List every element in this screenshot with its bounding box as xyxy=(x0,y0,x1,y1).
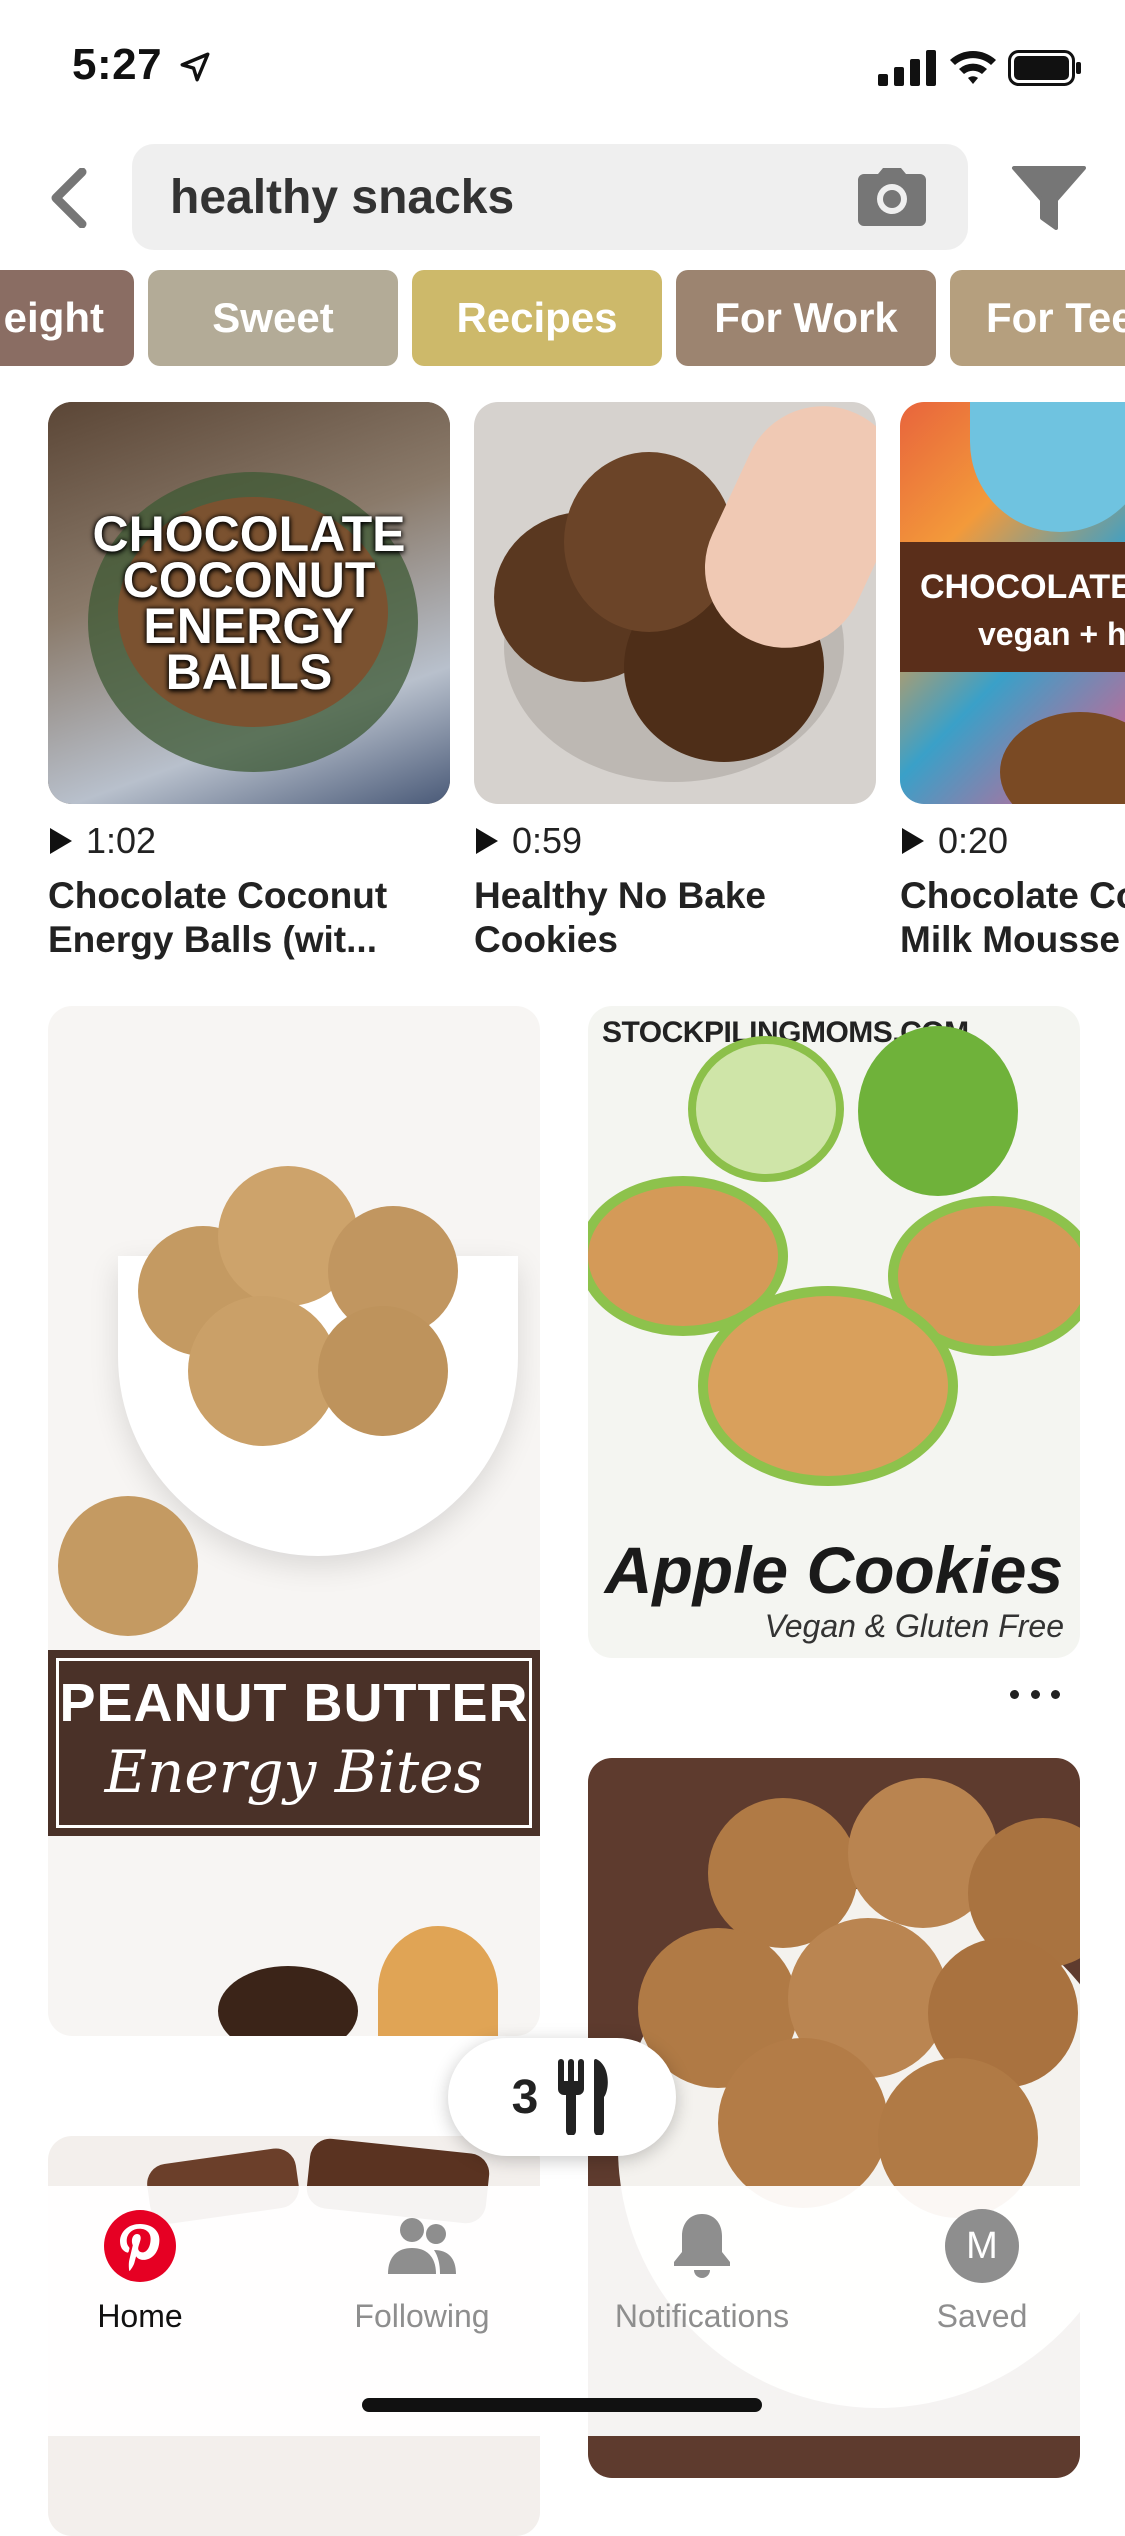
video-thumbnail[interactable]: CHOCOLATE vegan + h xyxy=(900,402,1125,804)
video-overlay-title: CHOCOLATE xyxy=(920,568,1125,606)
nav-following[interactable]: Following xyxy=(312,2208,532,2335)
play-icon xyxy=(902,828,924,854)
dot-icon xyxy=(1051,1689,1060,1699)
play-icon xyxy=(50,828,72,854)
chip-label: Sweet xyxy=(212,294,334,341)
more-options-button[interactable] xyxy=(1010,1674,1060,1714)
pin-subtitle: Vegan & Gluten Free xyxy=(764,1608,1064,1644)
chip-weight[interactable]: eight xyxy=(0,270,134,366)
play-icon xyxy=(476,828,498,854)
status-bar: 5:27 xyxy=(0,0,1125,130)
video-duration: 0:59 xyxy=(512,820,583,861)
chip-label: For Tee xyxy=(986,294,1125,341)
video-duration: 1:02 xyxy=(86,820,157,861)
avatar-initial: M xyxy=(966,2224,998,2267)
chip-sweet[interactable]: Sweet xyxy=(148,270,398,366)
pinterest-logo-icon xyxy=(104,2210,176,2282)
video-duration: 0:20 xyxy=(938,820,1009,861)
video-title: Healthy No Bake Cookies xyxy=(474,875,766,960)
bell-icon xyxy=(674,2214,730,2278)
nav-notifications[interactable]: Notifications xyxy=(592,2208,812,2335)
dot-icon xyxy=(1030,1689,1040,1699)
video-title: Chocolate Co Milk Mousse xyxy=(900,875,1125,960)
pin-apple-cookies[interactable]: STOCKPILINGMOMS.COM Apple Cookies Vegan … xyxy=(588,1006,1080,1658)
chevron-left-icon xyxy=(51,168,87,228)
chip-label: eight xyxy=(3,294,104,341)
home-indicator xyxy=(362,2398,762,2412)
wifi-icon xyxy=(950,51,996,84)
pin-overlay-line1: PEANUT BUTTER xyxy=(59,1673,529,1733)
chip-recipes[interactable]: Recipes xyxy=(412,270,662,366)
video-thumbnail[interactable] xyxy=(474,402,876,804)
pin-title: Apple Cookies xyxy=(604,1533,1064,1607)
search-query: healthy snacks xyxy=(170,171,515,224)
video-overlay-subtitle: vegan + h xyxy=(978,616,1125,652)
avatar: M xyxy=(945,2209,1019,2283)
video-card[interactable]: CHOCOLATE vegan + h 0:20 Chocolate Co Mi… xyxy=(900,402,1125,962)
chip-for-work[interactable]: For Work xyxy=(676,270,936,366)
nav-label: Notifications xyxy=(614,2298,790,2334)
filter-icon[interactable] xyxy=(1010,162,1088,234)
nav-label: Saved xyxy=(936,2298,1028,2334)
dot-icon xyxy=(1010,1689,1019,1699)
search-input[interactable]: healthy snacks xyxy=(132,144,968,250)
people-icon xyxy=(388,2218,456,2274)
nav-saved[interactable]: M Saved xyxy=(872,2208,1092,2335)
nav-home[interactable]: Home xyxy=(30,2208,250,2335)
chip-label: Recipes xyxy=(456,294,618,341)
utensils-icon xyxy=(558,2059,609,2135)
video-overlay-title: CHOCOLATE COCONUT ENERGY BALLS xyxy=(92,506,406,700)
category-chips: eight Sweet Recipes For Work For Tee xyxy=(0,270,1125,366)
video-title: Chocolate Coconut Energy Balls (wit... xyxy=(48,875,388,960)
status-time: 5:27 xyxy=(72,40,163,89)
back-button[interactable] xyxy=(36,160,100,236)
camera-icon[interactable] xyxy=(856,166,928,228)
recipe-count: 3 xyxy=(511,2070,539,2124)
recipe-count-button[interactable]: 3 xyxy=(448,2038,676,2156)
video-thumbnail[interactable]: CHOCOLATE COCONUT ENERGY BALLS xyxy=(48,402,450,804)
pin-overlay-line2: Energy Bites xyxy=(104,1738,484,1806)
battery-icon xyxy=(1008,50,1081,86)
video-card[interactable]: 0:59 Healthy No Bake Cookies xyxy=(474,402,876,962)
video-card[interactable]: CHOCOLATE COCONUT ENERGY BALLS 1:02 Choc… xyxy=(48,402,450,962)
pin-peanut-butter-energy-bites[interactable]: PEANUT BUTTER Energy Bites xyxy=(48,1006,540,2036)
nav-label: Home xyxy=(97,2298,183,2334)
nav-label: Following xyxy=(354,2298,490,2334)
chip-label: For Work xyxy=(714,294,898,341)
cellular-signal-icon xyxy=(878,50,936,86)
location-arrow-icon xyxy=(180,52,210,82)
chip-for-teens[interactable]: For Tee xyxy=(950,270,1125,366)
